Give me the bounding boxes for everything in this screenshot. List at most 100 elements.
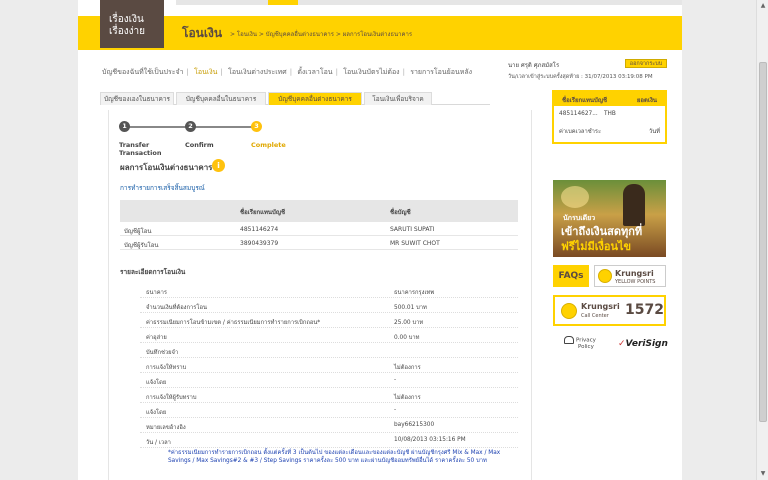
lock-icon (564, 336, 574, 344)
summary-label-2: ค่าเบคเวลาชำระ (559, 129, 602, 135)
summary-header-balance: ยอดเงิน (636, 97, 657, 104)
row-label: บัญชีผู้โอน (124, 228, 152, 235)
detail-row: การแจ้งให้ทราบ ไม่ต้องการ (140, 358, 518, 373)
scroll-down-icon[interactable]: ▼ (759, 470, 767, 478)
tab-donation[interactable]: โอนเงินเพื่อบริจาค (364, 92, 432, 105)
summary-currency: THB (604, 111, 616, 117)
row-account-name: MR SUWIT CHOT (390, 240, 440, 247)
breadcrumb[interactable]: > โอนเงิน > บัญชีบุคคลอื่นต่างธนาคาร > ผ… (230, 29, 412, 39)
call-center-sub: Call Center (581, 313, 609, 319)
yellow-points-sub: YELLOW POINTS (615, 279, 656, 285)
detail-label: ค่าธรรมเนียมการโอนข้ามเขต / ค่าธรรมเนียม… (146, 320, 321, 326)
krungsri-logo-icon (561, 303, 577, 319)
detail-value: 500.01 บาท (394, 305, 427, 311)
sub-tabs: บัญชีของเองในธนาคาร บัญชีบุคคลอื่นในธนาค… (100, 92, 490, 105)
row-nickname: 3890439379 (240, 240, 279, 247)
summary-account[interactable]: 485114627... (559, 111, 598, 117)
step-connector-1 (126, 126, 190, 128)
call-center-button[interactable]: Krungsri Call Center 1572 (553, 295, 666, 326)
promo-banner[interactable]: นักรบเดียว เข้าถึงเงินสดทุกที่ ฟรีไม่มีเ… (553, 180, 666, 257)
privacy-line-1: Privacy (576, 337, 596, 344)
step-connector-2 (192, 126, 256, 128)
detail-label: ธนาคาร (146, 290, 168, 296)
account-summary-header: ชื่อเรียกแทนบัญชี ยอดเงิน (554, 92, 665, 106)
nav-item-scheduled[interactable]: ตั้งเวลาโอน (297, 68, 332, 76)
top-strip-marker (268, 0, 298, 5)
verisign-label: VeriSign (625, 339, 668, 349)
detail-value: bay66215300 (394, 422, 435, 428)
vertical-scrollbar[interactable]: ▲ ▼ (756, 0, 768, 480)
table-row: บัญชีผู้รับโอน 3890439379 MR SUWIT CHOT (120, 236, 518, 250)
verisign-badge[interactable]: ✓VeriSign (618, 339, 668, 349)
table-row: บัญชีผู้โอน 4851146274 SARUTI SUPATI (120, 222, 518, 236)
scroll-thumb[interactable] (759, 62, 767, 422)
step-2-icon: 2 (185, 121, 196, 132)
info-icon[interactable]: i (212, 159, 225, 172)
detail-row: แจ้งโดย - (140, 403, 518, 418)
details-title: รายละเอียดการโอนเงิน (120, 268, 186, 276)
krungsri-logo-icon (598, 269, 612, 283)
promo-line-3: ฟรีไม่มีเงื่อนไข (561, 240, 632, 253)
user-name: นาย ศรุติ ศุภสมัสโร (508, 62, 560, 69)
detail-label: บันทึกช่วยจำ (146, 350, 179, 356)
row-label: บัญชีผู้รับโอน (124, 242, 159, 249)
nav-item-transfer[interactable]: โอนเงิน (194, 68, 217, 76)
success-message: การทำรายการเสร็จสิ้นสมบูรณ์ (120, 184, 205, 192)
faq-button[interactable]: FAQs (553, 265, 589, 287)
details-table: ธนาคาร ธนาคารกรุงเทพ จำนวนเงินที่ต้องการโ… (140, 283, 518, 448)
promo-graphic (561, 186, 589, 208)
detail-label: แจ้งโดย (146, 380, 167, 386)
logout-button[interactable]: ออกจากระบบ (625, 59, 667, 68)
yellow-points-button[interactable]: Krungsri YELLOW POINTS (594, 265, 666, 287)
promo-person-image (623, 184, 645, 226)
nav-item-cardless[interactable]: โอนเงินบัตรไม่ต้อง (343, 68, 399, 76)
page: โอนเงิน > โอนเงิน > บัญชีบุคคลอื่นต่างธน… (78, 0, 682, 480)
detail-label: จำนวนเงินที่ต้องการโอน (146, 305, 207, 311)
tab-own-accounts[interactable]: บัญชีของเองในธนาคาร (100, 92, 174, 105)
detail-row: ค่าธรรมเนียมการโอนข้ามเขต / ค่าธรรมเนียม… (140, 313, 518, 328)
step-3-icon: 3 (251, 121, 262, 132)
nav-item-history[interactable]: รายการโอนย้อนหลัง (410, 68, 472, 76)
privacy-policy-link[interactable]: Privacy Policy (564, 336, 596, 350)
step-1-label: Transfer Transaction (119, 141, 162, 157)
tab-other-bank[interactable]: บัญชีบุคคลอื่นต่างธนาคาร (268, 92, 362, 105)
accounts-table: ชื่อเรียกแทนบัญชี ชื่อบัญชี บัญชีผู้โอน … (120, 200, 518, 250)
section-title: ผลการโอนเงินต่างธนาคาร (120, 163, 213, 172)
top-strip (176, 0, 682, 5)
detail-row: การแจ้งให้ผู้รับทราบ ไม่ต้องการ (140, 388, 518, 403)
call-center-name: Krungsri (581, 302, 620, 311)
checkmark-icon: ✓ (618, 339, 626, 349)
detail-label: แจ้งโดย (146, 410, 167, 416)
detail-label: การแจ้งให้ผู้รับทราบ (146, 395, 197, 401)
yellow-points-name: Krungsri (615, 269, 654, 278)
header-banner: โอนเงิน > โอนเงิน > บัญชีบุคคลอื่นต่างธน… (78, 16, 682, 50)
detail-value: 25.00 บาท (394, 320, 424, 326)
header-nickname: ชื่อเรียกแทนบัญชี (240, 209, 286, 216)
detail-row: หมายเลขอ้างอิง bay66215300 (140, 418, 518, 433)
row-nickname: 4851146274 (240, 226, 279, 233)
call-center-number: 1572 (625, 302, 664, 318)
detail-value: ธนาคารกรุงเทพ (394, 290, 435, 296)
detail-label: การแจ้งให้ทราบ (146, 365, 187, 371)
tab-same-bank[interactable]: บัญชีบุคคลอื่นในธนาคาร (176, 92, 266, 105)
nav-item-my-accounts[interactable]: บัญชีของฉันที่ใช้เป็นประจำ (102, 68, 184, 76)
detail-value: ไม่ต้องการ (394, 365, 421, 371)
scroll-up-icon[interactable]: ▲ (759, 2, 767, 10)
detail-label: หมายเลขอ้างอิง (146, 425, 186, 431)
summary-header-nickname: ชื่อเรียกแทนบัญชี (562, 97, 608, 104)
detail-value: - (394, 407, 397, 413)
nav-item-international[interactable]: โอนเงินต่างประเทศ (228, 68, 287, 76)
page-title: โอนเงิน (182, 26, 223, 40)
detail-label: วัน / เวลา (146, 440, 171, 446)
detail-value: 10/08/2013 03:15:16 PM (394, 437, 466, 443)
detail-value: - (394, 377, 397, 383)
account-summary-box: ชื่อเรียกแทนบัญชี ยอดเงิน 485114627... T… (552, 90, 667, 144)
logo[interactable]: เรื่องเงิน เรื่องง่าย (100, 0, 164, 48)
detail-row: วัน / เวลา 10/08/2013 03:15:16 PM (140, 433, 518, 448)
last-login: วัน/เวลาเข้าสู่ระบบครั้งสุดท้าย : 31/07/… (508, 74, 653, 80)
logo-line-2: เรื่องง่าย (109, 26, 146, 37)
step-3-label: Complete (251, 141, 286, 149)
detail-label: ค่าอุส่าย (146, 335, 167, 341)
detail-value: ไม่ต้องการ (394, 395, 421, 401)
accounts-table-header: ชื่อเรียกแทนบัญชี ชื่อบัญชี (120, 200, 518, 222)
